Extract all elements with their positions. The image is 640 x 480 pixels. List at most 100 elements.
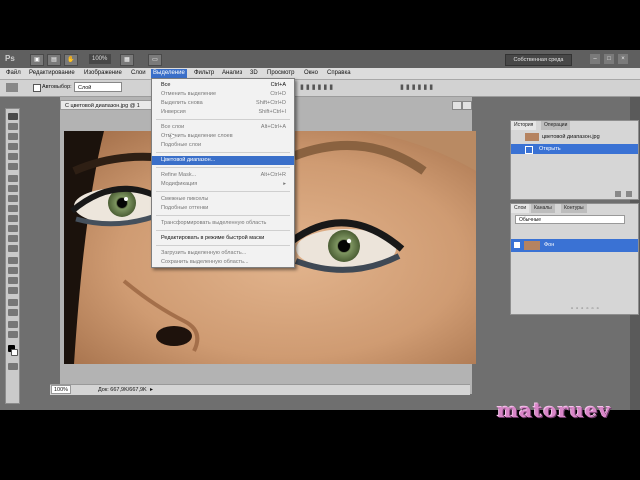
- menu-item-similar[interactable]: Подобные оттенки: [152, 204, 294, 213]
- hand-tool-icon[interactable]: [8, 321, 18, 328]
- menu-item-load-selection[interactable]: Загрузить выделенную область...: [152, 249, 294, 258]
- move-tool-icon[interactable]: [6, 83, 18, 92]
- gradient-tool-icon[interactable]: [8, 225, 18, 232]
- menu-bar: Файл Редактирование Изображение Слои Выд…: [0, 68, 640, 80]
- layer-actions-icon[interactable]: ▫▫▫▫▫▫: [571, 306, 631, 312]
- options-bar: Автовыбор: Слой ▮▮▮▮▮▮ ▮▮▮▮▮▮: [0, 80, 640, 97]
- menu-item-inverse[interactable]: Инверсия Shift+Ctrl+I: [152, 108, 294, 117]
- distribute-buttons-icon[interactable]: ▮▮▮▮▮▮: [400, 83, 470, 92]
- history-brush-tool-icon[interactable]: [8, 205, 18, 212]
- menu-select[interactable]: Выделение: [151, 69, 187, 78]
- minimize-icon[interactable]: –: [590, 54, 600, 64]
- history-step-label: Открыть: [539, 146, 561, 152]
- lasso-tool-icon[interactable]: [8, 133, 18, 140]
- autoselect-checkbox[interactable]: [33, 84, 41, 92]
- app-zoom-field[interactable]: 100%: [89, 54, 111, 64]
- menu-item-color-range[interactable]: Цветовой диапазон...: [152, 156, 294, 165]
- tab-layers[interactable]: Слои: [511, 204, 530, 213]
- watermark-logo: matoruev: [497, 398, 612, 422]
- menu-item-quick-mask[interactable]: Редактировать в режиме быстрой маски: [152, 234, 294, 243]
- menu-image[interactable]: Изображение: [82, 69, 124, 78]
- menu-item-similar-layers[interactable]: Подобные слои: [152, 141, 294, 150]
- menu-separator: [156, 167, 290, 168]
- snapshot-thumbnail: [525, 133, 539, 141]
- maximize-icon[interactable]: □: [604, 54, 614, 64]
- hand-tool-icon[interactable]: ✋: [64, 54, 78, 66]
- select-menu-dropdown: Все Ctrl+A Отменить выделение Ctrl+D Выдел…: [151, 78, 295, 268]
- menu-item-refine-mask[interactable]: Refine Mask... Alt+Ctrl+R: [152, 171, 294, 180]
- tab-channels[interactable]: Каналы: [531, 204, 555, 213]
- menu-separator: [156, 191, 290, 192]
- arrange-docs-icon[interactable]: ▦: [120, 54, 134, 66]
- crop-tool-icon[interactable]: [8, 153, 18, 160]
- document-size-status: Док: 667,9K/667,9K: [98, 387, 147, 393]
- menu-item-modify[interactable]: Модификация ▸: [152, 180, 294, 189]
- new-snapshot-icon[interactable]: [615, 191, 621, 197]
- tab-actions[interactable]: Операции: [541, 121, 571, 130]
- menu-item-save-selection[interactable]: Сохранить выделенную область...: [152, 258, 294, 267]
- menu-item-reselect[interactable]: Выделить снова Shift+Ctrl+D: [152, 99, 294, 108]
- menu-item-deselect[interactable]: Отменить выделение Ctrl+D: [152, 90, 294, 99]
- tab-history[interactable]: История: [511, 121, 537, 130]
- visibility-eye-icon[interactable]: [514, 242, 520, 248]
- close-icon[interactable]: ×: [618, 54, 628, 64]
- snapshot-label: цветовой диапазон.jpg: [542, 134, 600, 140]
- menu-layers[interactable]: Слои: [129, 69, 148, 78]
- minibridge-icon[interactable]: ▤: [47, 54, 61, 66]
- align-buttons-icon[interactable]: ▮▮▮▮▮▮: [300, 83, 370, 92]
- brush-tool-icon[interactable]: [8, 185, 18, 192]
- 3d-rotate-tool-icon[interactable]: [8, 299, 18, 306]
- autoselect-select[interactable]: Слой: [74, 82, 122, 92]
- tab-paths[interactable]: Контуры: [561, 204, 587, 213]
- menu-separator: [156, 230, 290, 231]
- menu-filter[interactable]: Фильтр: [192, 69, 216, 78]
- history-step[interactable]: Открыть: [511, 144, 638, 154]
- document-minimize-icon[interactable]: [452, 101, 462, 110]
- dodge-tool-icon[interactable]: [8, 245, 18, 252]
- zoom-field[interactable]: 100%: [51, 385, 71, 394]
- mouse-cursor-icon: ➤: [169, 131, 177, 141]
- menu-separator: [156, 245, 290, 246]
- quick-mask-icon[interactable]: [8, 363, 18, 370]
- trash-icon[interactable]: [626, 191, 632, 197]
- pen-tool-icon[interactable]: [8, 257, 18, 264]
- stamp-tool-icon[interactable]: [8, 195, 18, 202]
- move-tool-icon[interactable]: [8, 113, 18, 120]
- shape-tool-icon[interactable]: [8, 287, 18, 294]
- menu-item-transform-selection[interactable]: Трансформировать выделенную область: [152, 219, 294, 228]
- type-tool-icon[interactable]: [8, 267, 18, 274]
- menu-view[interactable]: Просмотр: [265, 69, 296, 78]
- marquee-tool-icon[interactable]: [8, 123, 18, 130]
- menu-help[interactable]: Справка: [325, 69, 353, 78]
- menu-edit[interactable]: Редактирование: [27, 69, 77, 78]
- menu-separator: [156, 152, 290, 153]
- workspace-button[interactable]: Собственная среда: [505, 54, 572, 66]
- menu-separator: [156, 119, 290, 120]
- menu-item-grow[interactable]: Смежные пикселы: [152, 195, 294, 204]
- menu-3d[interactable]: 3D: [248, 69, 260, 78]
- document-maximize-icon[interactable]: [462, 101, 472, 110]
- status-arrow-icon[interactable]: ▸: [150, 385, 153, 395]
- blur-tool-icon[interactable]: [8, 235, 18, 242]
- status-bar: 100% Док: 667,9K/667,9K ▸: [50, 384, 470, 395]
- zoom-tool-icon[interactable]: [8, 331, 18, 338]
- healing-tool-icon[interactable]: [8, 175, 18, 182]
- tools-panel: [5, 108, 20, 404]
- quick-select-tool-icon[interactable]: [8, 143, 18, 150]
- menu-item-all[interactable]: Все Ctrl+A: [152, 81, 294, 90]
- menu-window[interactable]: Окно: [302, 69, 320, 78]
- step-icon: [525, 146, 533, 154]
- path-select-tool-icon[interactable]: [8, 277, 18, 284]
- history-snapshot[interactable]: цветовой диапазон.jpg: [511, 132, 638, 142]
- layer-name: Фон: [544, 242, 555, 248]
- 3d-camera-tool-icon[interactable]: [8, 309, 18, 316]
- menu-file[interactable]: Файл: [4, 69, 23, 78]
- layer-row[interactable]: Фон: [511, 239, 638, 252]
- bridge-icon[interactable]: ▣: [30, 54, 44, 66]
- eyedropper-tool-icon[interactable]: [8, 163, 18, 170]
- blend-mode-select[interactable]: Обычные: [515, 215, 625, 224]
- background-color-swatch[interactable]: [11, 349, 18, 356]
- eraser-tool-icon[interactable]: [8, 215, 18, 222]
- menu-analysis[interactable]: Анализ: [220, 69, 244, 78]
- screen-mode-icon[interactable]: ▭: [148, 54, 162, 66]
